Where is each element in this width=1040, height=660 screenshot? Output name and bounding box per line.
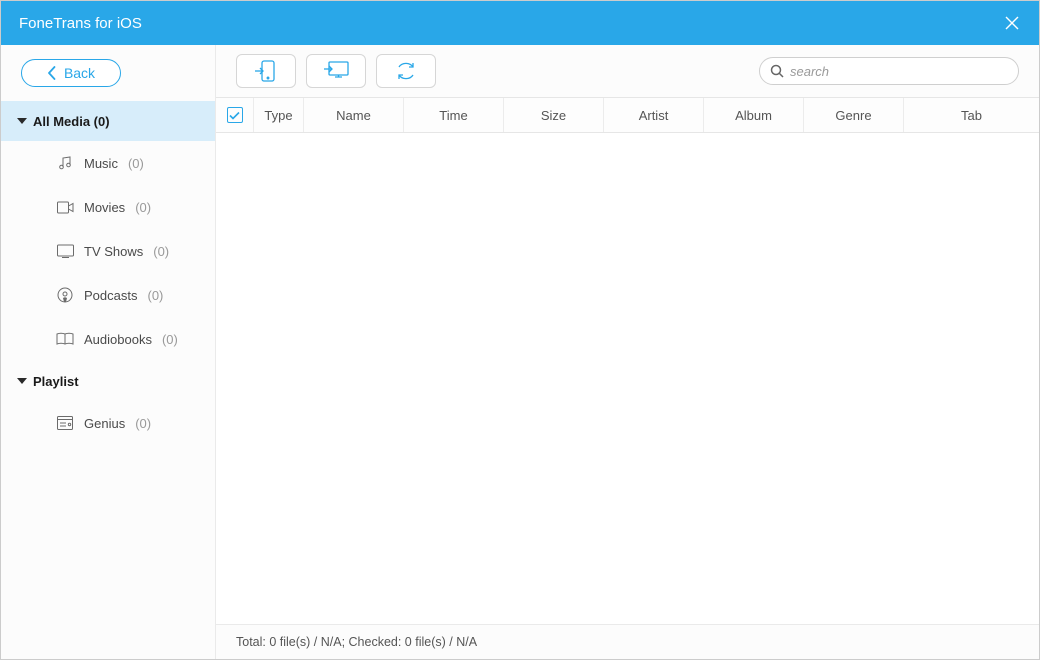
window-title: FoneTrans for iOS (19, 15, 142, 32)
audiobook-icon (56, 331, 74, 347)
main-panel: Type Name Time Size Artist Album Genre T… (215, 45, 1039, 659)
search-input[interactable] (790, 64, 1008, 79)
sidebar-item-genius[interactable]: Genius (0) (1, 401, 215, 445)
sidebar-item-count: (0) (153, 244, 169, 259)
search-icon (770, 64, 784, 78)
export-to-computer-button[interactable] (306, 54, 366, 88)
import-to-device-button[interactable] (236, 54, 296, 88)
chevron-left-icon (47, 66, 56, 80)
toolbar (216, 45, 1039, 97)
refresh-button[interactable] (376, 54, 436, 88)
table-body (216, 133, 1039, 625)
genius-icon (56, 415, 74, 431)
column-type[interactable]: Type (254, 98, 304, 132)
search-box[interactable] (759, 57, 1019, 85)
movie-icon (56, 199, 74, 215)
sidebar-item-count: (0) (135, 200, 151, 215)
app-window: FoneTrans for iOS Back All Media (0) Mus… (0, 0, 1040, 660)
column-genre[interactable]: Genre (804, 98, 904, 132)
podcast-icon (56, 287, 74, 303)
sidebar-item-audiobooks[interactable]: Audiobooks (0) (1, 317, 215, 361)
sidebar-group-playlist[interactable]: Playlist (1, 361, 215, 401)
sidebar-item-label: Podcasts (84, 288, 137, 303)
sidebar-group-label: All Media (0) (33, 114, 110, 129)
music-note-icon (56, 155, 74, 171)
caret-down-icon (17, 118, 27, 124)
table-header: Type Name Time Size Artist Album Genre T… (216, 97, 1039, 133)
column-album[interactable]: Album (704, 98, 804, 132)
select-all-checkbox[interactable] (227, 107, 243, 123)
column-tab[interactable]: Tab (904, 98, 1039, 132)
sidebar-item-count: (0) (128, 156, 144, 171)
close-icon (1005, 16, 1019, 30)
sidebar-group-all-media[interactable]: All Media (0) (1, 101, 215, 141)
column-time[interactable]: Time (404, 98, 504, 132)
sidebar-item-count: (0) (147, 288, 163, 303)
sidebar-item-label: Movies (84, 200, 125, 215)
refresh-icon (395, 62, 417, 80)
sidebar: Back All Media (0) Music (0) Movies (0) (1, 45, 215, 659)
back-button[interactable]: Back (21, 59, 121, 87)
sidebar-group-label: Playlist (33, 374, 79, 389)
status-text: Total: 0 file(s) / N/A; Checked: 0 file(… (236, 635, 477, 649)
sidebar-item-label: Genius (84, 416, 125, 431)
sidebar-item-podcasts[interactable]: Podcasts (0) (1, 273, 215, 317)
export-computer-icon (323, 61, 349, 81)
sidebar-item-label: Audiobooks (84, 332, 152, 347)
back-label: Back (64, 65, 95, 81)
sidebar-item-movies[interactable]: Movies (0) (1, 185, 215, 229)
column-artist[interactable]: Artist (604, 98, 704, 132)
column-checkbox[interactable] (216, 98, 254, 132)
titlebar: FoneTrans for iOS (1, 1, 1039, 45)
sidebar-item-count: (0) (162, 332, 178, 347)
close-button[interactable] (1003, 14, 1021, 32)
sidebar-item-label: Music (84, 156, 118, 171)
statusbar: Total: 0 file(s) / N/A; Checked: 0 file(… (216, 625, 1039, 659)
sidebar-item-label: TV Shows (84, 244, 143, 259)
caret-down-icon (17, 378, 27, 384)
sidebar-item-count: (0) (135, 416, 151, 431)
sidebar-item-tv-shows[interactable]: TV Shows (0) (1, 229, 215, 273)
column-size[interactable]: Size (504, 98, 604, 132)
import-device-icon (254, 60, 278, 82)
tv-icon (56, 243, 74, 259)
column-name[interactable]: Name (304, 98, 404, 132)
sidebar-item-music[interactable]: Music (0) (1, 141, 215, 185)
app-body: Back All Media (0) Music (0) Movies (0) (1, 45, 1039, 659)
